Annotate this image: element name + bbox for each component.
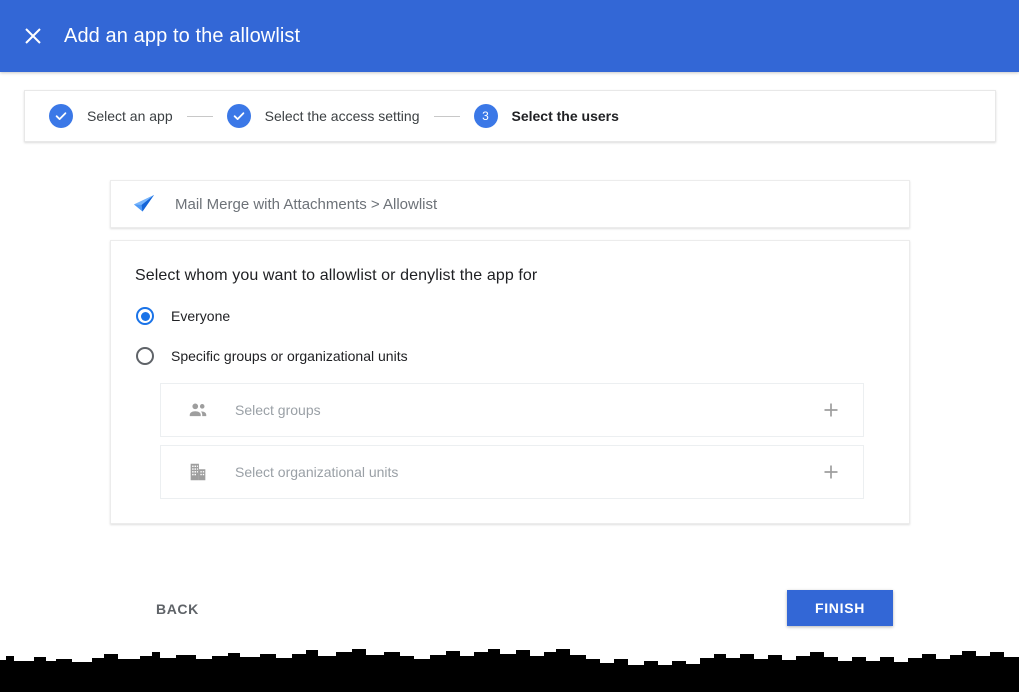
stepper-step-3[interactable]: 3 Select the users [473, 104, 619, 128]
select-groups-placeholder: Select groups [235, 402, 321, 418]
paper-plane-icon [129, 189, 159, 219]
add-org-unit-plus-icon[interactable] [821, 462, 841, 482]
close-icon[interactable] [18, 21, 48, 51]
back-button[interactable]: BACK [148, 595, 207, 623]
stepper-step-2[interactable]: Select the access setting [226, 104, 420, 128]
add-group-plus-icon[interactable] [821, 400, 841, 420]
stepper-step-1[interactable]: Select an app [49, 104, 173, 128]
select-org-units-field[interactable]: Select organizational units [160, 445, 864, 499]
step-3-number: 3 [473, 104, 498, 128]
radio-specific-label: Specific groups or organizational units [171, 348, 408, 364]
torn-page-edge [0, 640, 1019, 692]
group-people-icon [181, 399, 215, 421]
step-1-label: Select an app [87, 108, 173, 124]
radio-option-specific-groups[interactable]: Specific groups or organizational units [135, 347, 885, 365]
step-2-label: Select the access setting [264, 108, 420, 124]
stepper-divider [186, 115, 213, 117]
dialog-page: Add an app to the allowlist Select an ap… [0, 0, 1019, 692]
step-2-complete-icon [226, 104, 251, 128]
finish-button[interactable]: FINISH [787, 590, 893, 626]
select-users-card: Select whom you want to allowlist or den… [110, 240, 910, 524]
section-heading: Select whom you want to allowlist or den… [135, 267, 538, 284]
dialog-header: Add an app to the allowlist [0, 0, 1019, 72]
step-1-complete-icon [49, 104, 73, 128]
page-title: Add an app to the allowlist [64, 24, 301, 47]
stepper-divider [433, 115, 460, 117]
stepper: Select an app Select the access setting … [24, 90, 996, 142]
building-domain-icon [181, 461, 215, 483]
radio-everyone-indicator [136, 307, 154, 325]
select-org-units-placeholder: Select organizational units [235, 464, 399, 480]
breadcrumb: Mail Merge with Attachments > Allowlist [175, 195, 438, 213]
step-3-label: Select the users [511, 108, 619, 124]
radio-option-everyone[interactable]: Everyone [135, 307, 885, 325]
radio-everyone-label: Everyone [171, 308, 231, 324]
app-breadcrumb-card: Mail Merge with Attachments > Allowlist [110, 180, 910, 228]
radio-specific-indicator [136, 347, 154, 365]
select-groups-field[interactable]: Select groups [160, 383, 864, 437]
